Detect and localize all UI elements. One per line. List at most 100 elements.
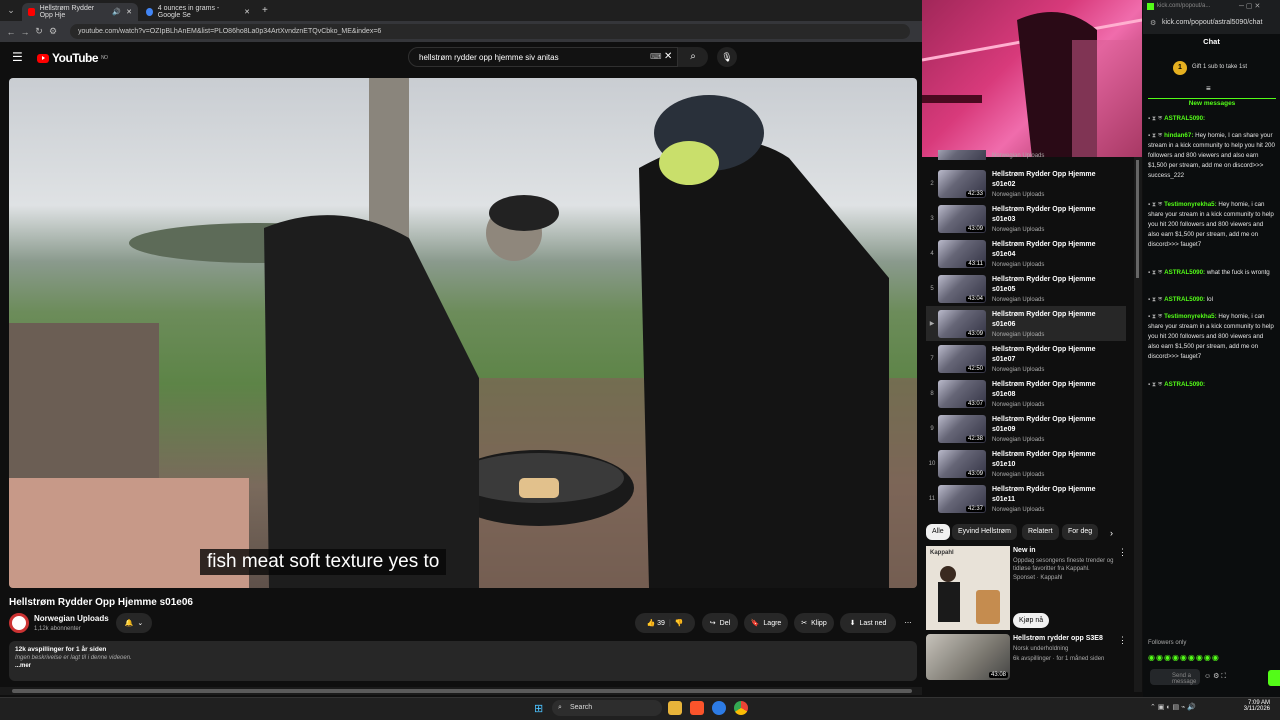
emote-row[interactable]: ◉◉◉◉◉◉◉◉◉ (1148, 653, 1220, 662)
playlist-thumbnail[interactable]: 42:37 (938, 484, 986, 513)
playlist-index: 4 (930, 250, 934, 257)
site-settings-icon[interactable]: ⚙ (1150, 19, 1156, 27)
playlist-thumbnail[interactable]: 43:09 (938, 204, 986, 233)
playlist-channel: Norwegian Uploads (992, 471, 1045, 478)
chrome-icon[interactable] (734, 701, 748, 715)
playlist-thumbnail[interactable]: 42:50 (938, 344, 986, 373)
keyboard-icon[interactable]: ⌨ (650, 52, 662, 61)
tab-close-icon[interactable]: ✕ (244, 8, 250, 16)
clip-label: Klipp (811, 619, 827, 627)
brave-browser-icon[interactable] (690, 701, 704, 715)
chat-username[interactable]: hindan67: (1164, 132, 1193, 139)
ad-cta-button[interactable]: Kjøp nå (1013, 613, 1050, 628)
voice-search-button[interactable]: 🎙 (717, 47, 737, 67)
rec-thumbnail[interactable]: 43:08 (926, 634, 1010, 680)
playlist-item[interactable]: 9 42:38 Hellstrøm Rydder Opp Hjemme s01e09… (926, 411, 1126, 446)
tab-google[interactable]: 4 ounces in grams - Google Se ✕ (140, 3, 256, 21)
playlist-thumbnail[interactable]: 43:09 (938, 309, 986, 338)
playlist-item[interactable]: 7 42:50 Hellstrøm Rydder Opp Hjemme s01e07… (926, 341, 1126, 376)
file-explorer-icon[interactable] (668, 701, 682, 715)
back-icon[interactable]: ← (4, 27, 18, 37)
download-button[interactable]: ⬇ Last ned (840, 613, 896, 633)
windows-start-icon[interactable]: ⊞ (534, 702, 543, 715)
chips-next-icon[interactable]: › (1110, 528, 1113, 538)
chat-message: ▪ ⧗ ⛨ hindan67: Hey homie, I can share y… (1148, 131, 1276, 181)
filter-icon[interactable]: ≡ (1206, 84, 1211, 93)
vertical-scrollbar-thumb[interactable] (1136, 160, 1139, 278)
gift-icon[interactable]: 1 (1173, 61, 1187, 75)
badge-icons: ▪ ⧗ ⛨ (1148, 115, 1165, 122)
playlist-thumbnail[interactable]: 43:07 (938, 379, 986, 408)
taskbar-search[interactable]: ⌕ Search (552, 700, 662, 716)
playlist-item[interactable]: Norwegian Uploads (926, 150, 1126, 160)
description-box[interactable]: 12k avspillinger for 1 år siden Ingen be… (9, 641, 917, 681)
playlist-item[interactable]: 5 43:04 Hellstrøm Rydder Opp Hjemme s01e05… (926, 271, 1126, 306)
gift-sub-label[interactable]: Gift 1 sub to take 1st (1192, 64, 1247, 70)
playlist-duration: 43:11 (966, 260, 985, 267)
chat-username[interactable]: Testimonyrekha5: (1164, 313, 1217, 320)
chat-username[interactable]: Testimonyrekha5: (1164, 201, 1217, 208)
ad-title[interactable]: New in (1013, 547, 1036, 554)
chip-all[interactable]: Alle (926, 524, 950, 540)
chip-eyvind[interactable]: Eyvind Hellstrøm (952, 524, 1017, 540)
clear-search-icon[interactable]: ✕ (664, 51, 672, 62)
app-icon[interactable] (712, 701, 726, 715)
chat-username[interactable]: ASTRAL5090: (1164, 381, 1205, 388)
show-more-link[interactable]: ...mer (15, 663, 911, 669)
chip-for-you[interactable]: For deg (1062, 524, 1099, 540)
playlist-thumbnail[interactable]: 42:38 (938, 414, 986, 443)
clock[interactable]: 7:09 AM 3/11/2026 (1240, 700, 1270, 712)
window-controls[interactable]: ─ ▢ ✕ (1239, 2, 1260, 10)
ad-more-icon[interactable]: ⋮ (1118, 547, 1127, 558)
site-info-icon[interactable]: ⚙ (46, 26, 60, 37)
send-button[interactable] (1268, 670, 1280, 686)
playlist-thumbnail[interactable]: 43:11 (938, 239, 986, 268)
rec-more-icon[interactable]: ⋮ (1118, 635, 1127, 646)
chat-username[interactable]: ASTRAL5090: (1164, 296, 1205, 303)
menu-icon[interactable]: ☰ (12, 50, 23, 64)
tab-close-icon[interactable]: ✕ (126, 8, 132, 16)
ad-thumbnail[interactable]: Kappahl (926, 546, 1010, 630)
chat-username[interactable]: ASTRAL5090: (1164, 269, 1205, 276)
url-field[interactable]: youtube.com/watch?v=OZIpBLhAnEM&list=PLO… (70, 24, 910, 39)
youtube-logo[interactable]: YouTube NO (37, 51, 108, 65)
tab-youtube[interactable]: Hellstrøm Rydder Opp Hje 🔊 ✕ (22, 3, 138, 21)
playlist-item[interactable]: 10 43:09 Hellstrøm Rydder Opp Hjemme s01e1… (926, 446, 1126, 481)
playlist-item[interactable]: 3 43:09 Hellstrøm Rydder Opp Hjemme s01e03… (926, 201, 1126, 236)
channel-avatar[interactable] (9, 613, 29, 633)
playlist-item[interactable]: ▶ 43:09 Hellstrøm Rydder Opp Hjemme s01e06… (926, 306, 1126, 341)
horizontal-scrollbar-thumb[interactable] (12, 689, 912, 693)
share-button[interactable]: ↪ Del (702, 613, 738, 633)
chat-username[interactable]: ASTRAL5090: (1164, 115, 1205, 122)
chat-toolbar-icons[interactable]: ☺ ⚙ ⛶ (1204, 672, 1226, 681)
save-button[interactable]: 🔖 Lagre (744, 613, 788, 633)
dislike-button[interactable]: 👎 (675, 619, 684, 627)
playlist-thumbnail[interactable]: 42:33 (938, 169, 986, 198)
channel-name[interactable]: Norwegian Uploads (34, 614, 109, 623)
video-player[interactable] (9, 78, 917, 588)
reload-icon[interactable]: ↻ (32, 26, 46, 37)
chat-message-input[interactable]: Send a message (1150, 669, 1200, 685)
rec-title[interactable]: Hellstrøm rydder opp S3E8 (1013, 635, 1103, 642)
like-button[interactable]: 👍 39 (646, 619, 664, 627)
new-tab-icon[interactable]: + (262, 5, 268, 16)
playlist-item[interactable]: 8 43:07 Hellstrøm Rydder Opp Hjemme s01e08… (926, 376, 1126, 411)
playlist-thumbnail[interactable]: 43:09 (938, 449, 986, 478)
notification-bell-button[interactable]: 🔔 ⌄ (116, 613, 152, 633)
chip-related[interactable]: Relatert (1022, 524, 1059, 540)
clip-button[interactable]: ✂ Klipp (794, 613, 834, 633)
tab-list-icon[interactable]: ⌄ (4, 5, 18, 16)
forward-icon[interactable]: → (18, 27, 32, 37)
playlist-item[interactable]: 2 42:33 Hellstrøm Rydder Opp Hjemme s01e02… (926, 166, 1126, 201)
system-tray-icons[interactable]: ⌃ ▣ ◐ ▤ ⌁ 🔊 (1150, 703, 1196, 711)
kick-url[interactable]: kick.com/popout/astral5090/chat (1162, 19, 1262, 26)
playlist-thumbnail[interactable] (938, 150, 986, 160)
search-button[interactable]: ⌕ (678, 47, 708, 67)
more-actions-icon[interactable]: ⋯ (900, 613, 916, 633)
playlist-item[interactable]: 4 43:11 Hellstrøm Rydder Opp Hjemme s01e04… (926, 236, 1126, 271)
search-input[interactable]: hellstrøm rydder opp hjemme siv anitas (408, 47, 678, 67)
playlist-item[interactable]: 11 42:37 Hellstrøm Rydder Opp Hjemme s01e1… (926, 481, 1126, 516)
playlist-thumbnail[interactable]: 43:04 (938, 274, 986, 303)
mute-icon[interactable]: 🔊 (112, 8, 121, 16)
badge-icons: ▪ ⧗ ⛨ (1148, 313, 1165, 320)
